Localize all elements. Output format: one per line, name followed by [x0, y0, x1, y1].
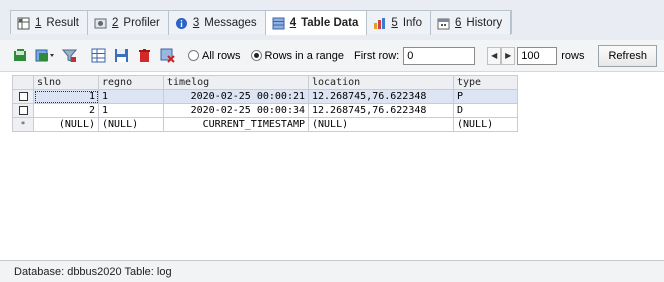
cell-regno[interactable]: 1: [98, 103, 164, 118]
cell-slno[interactable]: 2: [33, 103, 99, 118]
insert-row-icon: [35, 49, 54, 62]
radio-label: Rows in a range: [264, 49, 345, 62]
tab-label: Result: [46, 17, 80, 29]
column-header-regno[interactable]: regno: [98, 75, 164, 90]
status-text: Database: dbbus2020 Table: log: [14, 265, 172, 278]
cell-location[interactable]: 12.268745,76.622348: [308, 103, 454, 118]
status-bar: Database: dbbus2020 Table: log: [0, 260, 664, 282]
cell-type[interactable]: P: [453, 89, 518, 104]
tab-history[interactable]: 6 History: [431, 11, 512, 35]
save-grid-icon: [14, 49, 26, 61]
tab-label: History: [466, 17, 503, 29]
column-header-timelog[interactable]: timelog: [163, 75, 309, 90]
save-button[interactable]: [113, 47, 130, 64]
cell-timelog[interactable]: 2020-02-25 00:00:34: [163, 103, 309, 118]
row-checkbox[interactable]: [18, 91, 28, 101]
calendar-icon: [437, 18, 450, 29]
cell-slno[interactable]: (NULL): [33, 117, 99, 132]
info-circle-icon: [175, 17, 187, 29]
first-row-label: First row:: [354, 49, 400, 62]
tab-number: 4: [289, 17, 297, 29]
tab-label: Profiler: [123, 17, 160, 29]
first-row-input[interactable]: [403, 46, 476, 65]
cancel-grid-icon: [160, 48, 175, 63]
filter-button[interactable]: [61, 47, 78, 64]
new-row[interactable]: * (NULL) (NULL) CURRENT_TIMESTAMP (NULL)…: [12, 117, 518, 132]
tab-info[interactable]: 5 Info: [367, 11, 431, 35]
table-data-grid: slno regno timelog location type 1 1 202…: [12, 75, 518, 132]
column-header-location[interactable]: location: [308, 75, 454, 90]
tab-table-data[interactable]: 4 Table Data: [265, 11, 368, 35]
tab-result[interactable]: 1 Result: [11, 11, 89, 35]
result-grid-icon: [17, 17, 30, 29]
trash-icon: [139, 49, 150, 62]
grid-view-button[interactable]: [90, 47, 107, 64]
cell-location[interactable]: (NULL): [308, 117, 454, 132]
cell-regno[interactable]: (NULL): [98, 117, 164, 132]
next-page-button[interactable]: ▶: [501, 46, 516, 65]
radio-indicator: [188, 50, 199, 61]
tab-number: 3: [192, 17, 200, 29]
rows-count-input[interactable]: [517, 46, 558, 65]
column-header-type[interactable]: type: [453, 75, 518, 90]
rows-label: rows: [561, 49, 585, 62]
floppy-disk-icon: [115, 49, 128, 62]
radio-label: All rows: [202, 49, 241, 62]
info-icon: [374, 17, 386, 29]
filter-icon: [62, 49, 77, 62]
previous-page-button[interactable]: ◀: [487, 46, 502, 65]
table-icon: [272, 17, 285, 29]
cell-timelog[interactable]: CURRENT_TIMESTAMP: [163, 117, 309, 132]
cell-type[interactable]: D: [453, 103, 518, 118]
all-rows-radio[interactable]: All rows: [188, 50, 241, 62]
row-selector-header: [12, 75, 34, 90]
tab-strip: 1 Result 2 Profiler 3 Messages 4 Table D…: [10, 10, 513, 35]
radio-indicator: [250, 50, 262, 61]
delete-row-button[interactable]: [136, 47, 153, 64]
cell-type[interactable]: (NULL): [453, 117, 518, 132]
tab-profiler[interactable]: 2 Profiler: [88, 11, 169, 35]
row-checkbox[interactable]: [18, 105, 28, 115]
cell-slno[interactable]: 1: [33, 89, 99, 104]
cell-location[interactable]: 12.268745,76.622348: [308, 89, 454, 104]
tab-label: Info: [402, 17, 422, 29]
cell-regno[interactable]: 1: [98, 89, 164, 104]
refresh-button[interactable]: Refresh: [598, 44, 658, 67]
tab-label: Messages: [204, 17, 257, 29]
cell-timelog[interactable]: 2020-02-25 00:00:21: [163, 89, 309, 104]
tab-number: 1: [35, 17, 42, 29]
row-selector[interactable]: [12, 89, 34, 104]
table-data-toolbar: All rows Rows in a range First row: ◀ ▶ …: [0, 40, 664, 72]
tab-number: 6: [455, 17, 462, 29]
tab-number: 5: [391, 17, 398, 29]
table-row[interactable]: 2 1 2020-02-25 00:00:34 12.268745,76.622…: [12, 103, 518, 118]
grid-header-row: slno regno timelog location type: [12, 75, 518, 90]
rows-in-range-radio[interactable]: Rows in a range: [250, 49, 345, 62]
tab-label: Table Data: [301, 17, 359, 29]
save-changes-button[interactable]: [12, 47, 29, 64]
tab-number: 2: [112, 17, 119, 29]
cancel-changes-button[interactable]: [159, 47, 176, 64]
insert-row-dropdown-button[interactable]: [35, 47, 55, 64]
tab-messages[interactable]: 3 Messages: [169, 11, 266, 35]
grid-view-icon: [91, 48, 106, 63]
new-row-marker: *: [12, 117, 34, 132]
row-selector[interactable]: [12, 103, 34, 118]
result-tab-bar: 1 Result 2 Profiler 3 Messages 4 Table D…: [0, 0, 664, 40]
table-row[interactable]: 1 1 2020-02-25 00:00:21 12.268745,76.622…: [12, 89, 518, 104]
column-header-slno[interactable]: slno: [33, 75, 99, 90]
profiler-icon: [94, 18, 107, 28]
